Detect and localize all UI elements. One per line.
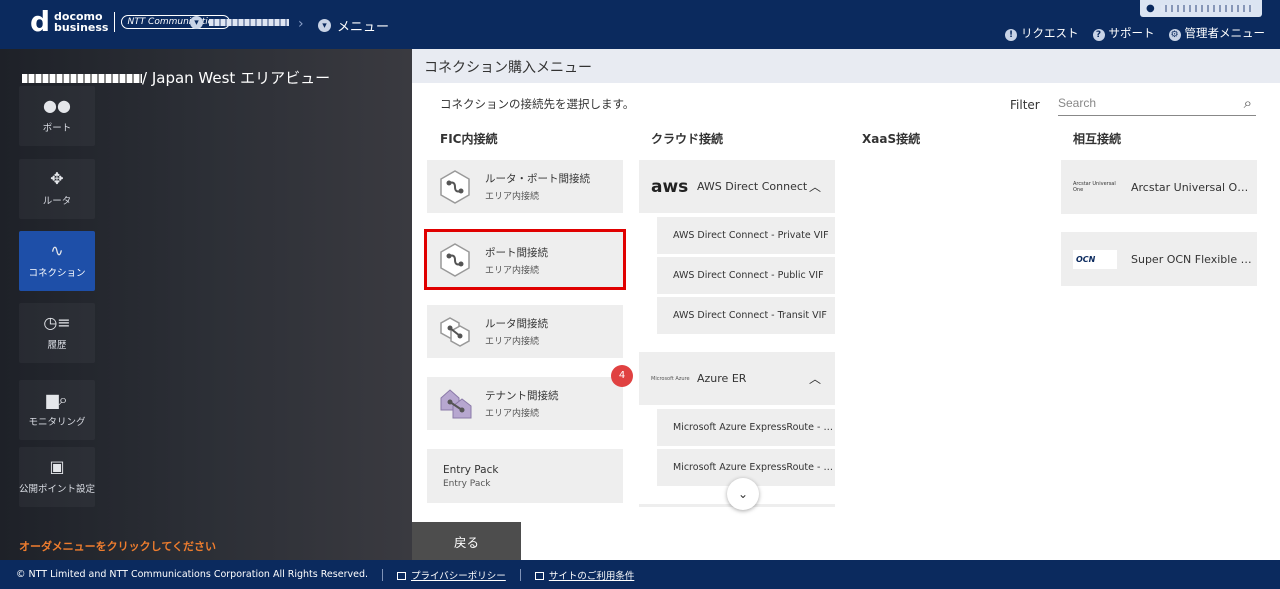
fic-card-port-to-port[interactable]: ポート間接続 エリア内接続 xyxy=(427,232,623,288)
order-hint: オーダメニューをクリックしてください xyxy=(19,540,217,553)
filter-label: Filter xyxy=(1010,98,1040,112)
router-hex-icon xyxy=(440,316,470,347)
fic-card-router-port[interactable]: ルータ・ポート間接続 エリア内接続 xyxy=(427,160,623,213)
user-account-box[interactable]: ● xyxy=(1140,0,1262,17)
ocn-logo: OCN xyxy=(1073,249,1117,269)
chevron-up-icon[interactable]: ︿ xyxy=(809,178,821,195)
cloud-option-aws-public[interactable]: AWS Direct Connect - Public VIF xyxy=(657,257,835,294)
sidebar-item-public-point[interactable]: ▣ 公開ポイント設定 xyxy=(19,447,95,507)
sidebar-item-router[interactable]: ✥ ルータ xyxy=(19,159,95,219)
history-icon: ◷≡ xyxy=(43,313,71,332)
sidebar-item-connection[interactable]: ∿ コネクション xyxy=(19,231,95,291)
port-icon: ●● xyxy=(43,96,71,115)
sidebar-item-monitoring[interactable]: ▆⌕ モニタリング xyxy=(19,380,95,440)
help-icon: ? xyxy=(1092,29,1105,41)
admin-menu-link[interactable]: ⚙ 管理者メニュー xyxy=(1168,25,1265,41)
chevron-up-icon[interactable]: ︿ xyxy=(809,370,821,387)
external-link-icon xyxy=(397,572,406,580)
breadcrumb-menu-label: メニュー xyxy=(337,20,390,35)
column-header-mutual: 相互接続 xyxy=(1073,132,1122,146)
mutual-card-arcstar[interactable]: Arcstar Universal One Arcstar Universal … xyxy=(1061,160,1257,214)
arcstar-logo: Arcstar Universal One xyxy=(1073,181,1116,193)
cloud-group-aws[interactable]: aws AWS Direct Connect ︿ xyxy=(639,160,835,213)
breadcrumb-menu[interactable]: ▾ メニュー xyxy=(318,16,389,35)
connection-hex-icon xyxy=(440,243,470,277)
request-link[interactable]: ! リクエスト xyxy=(1005,25,1079,41)
tenant-icon xyxy=(440,388,472,418)
back-button[interactable]: 戻る xyxy=(412,522,521,560)
redacted-tenant-name xyxy=(209,19,289,26)
docomo-d-mark: d xyxy=(30,5,51,38)
footer: © NTT Limited and NTT Communications Cor… xyxy=(0,560,1280,589)
top-header: d docomo business NTT Communications ▾ ›… xyxy=(0,0,1280,49)
terms-link[interactable]: サイトのご利用条件 xyxy=(534,568,634,582)
breadcrumb-tenant[interactable]: ▾ xyxy=(190,16,289,29)
support-link[interactable]: ? サポート xyxy=(1092,25,1155,41)
cloud-option-azure-private[interactable]: Microsoft Azure ExpressRoute - Private xyxy=(657,409,835,446)
aws-logo: aws xyxy=(651,176,689,197)
search-box: ⌕ xyxy=(1058,92,1256,116)
fic-card-router-to-router[interactable]: ルータ間接続 エリア内接続 xyxy=(427,305,623,358)
column-header-fic: FIC内接続 xyxy=(440,132,498,146)
fic-card-tenant[interactable]: テナント間接続 エリア内接続 xyxy=(427,377,623,430)
search-icon[interactable]: ⌕ xyxy=(1244,94,1252,112)
fic-card-entry-pack[interactable]: Entry Pack Entry Pack xyxy=(427,449,623,503)
connection-hex-icon xyxy=(440,169,470,204)
sidebar-item-port[interactable]: ●● ポート xyxy=(19,86,95,146)
brand-line2: business xyxy=(54,21,109,34)
bell-icon: ! xyxy=(1005,29,1017,41)
page-title: コネクション購入メニュー xyxy=(412,49,1280,83)
instruction-text: コネクションの接続先を選択します。 xyxy=(440,97,635,111)
monitoring-icon: ▆⌕ xyxy=(46,390,68,409)
gear-icon: ⚙ xyxy=(1168,29,1181,41)
cloud-option-aws-transit[interactable]: AWS Direct Connect - Transit VIF xyxy=(657,297,835,334)
cloud-option-aws-private[interactable]: AWS Direct Connect - Private VIF xyxy=(657,217,835,254)
header-links: ! リクエスト ? サポート ⚙ 管理者メニュー xyxy=(1005,25,1265,41)
chevron-down-icon: ▾ xyxy=(190,16,203,29)
user-icon: ● xyxy=(1146,3,1155,14)
scroll-down-button[interactable]: ⌄ xyxy=(727,478,759,510)
mutual-card-ocn[interactable]: OCN Super OCN Flexible Connect xyxy=(1061,232,1257,286)
redacted-area-name xyxy=(22,74,142,83)
column-header-cloud: クラウド接続 xyxy=(651,132,724,146)
copyright-text: © NTT Limited and NTT Communications Cor… xyxy=(16,569,368,580)
sidebar: / Japan West エリアビュー ●● ポート ✥ ルータ ∿ コネクショ… xyxy=(0,49,412,560)
cloud-group-azure[interactable]: Microsoft Azure Azure ER ︿ xyxy=(639,352,835,405)
area-title: / Japan West エリアビュー xyxy=(22,67,330,88)
public-point-icon: ▣ xyxy=(49,457,65,476)
breadcrumb-separator-icon: › xyxy=(298,16,304,32)
microsoft-azure-logo: Microsoft Azure xyxy=(651,375,690,382)
router-icon: ✥ xyxy=(50,169,64,188)
sidebar-item-history[interactable]: ◷≡ 履歴 xyxy=(19,303,95,363)
notification-badge: 4 xyxy=(611,365,633,387)
connection-icon: ∿ xyxy=(50,241,64,260)
redacted-user-name xyxy=(1160,5,1253,12)
search-input[interactable] xyxy=(1058,92,1228,114)
column-header-xaas: XaaS接続 xyxy=(862,132,921,146)
privacy-link[interactable]: プライバシーポリシー xyxy=(397,568,506,582)
chevron-down-icon: ▾ xyxy=(318,19,331,32)
external-link-icon xyxy=(534,572,544,580)
